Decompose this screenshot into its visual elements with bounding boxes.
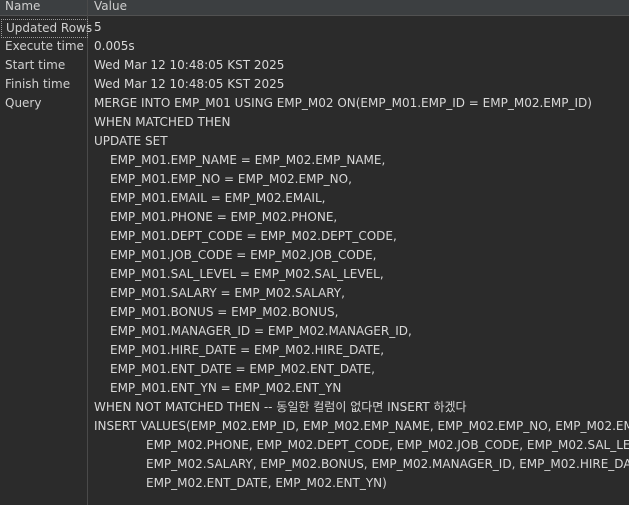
row-name: Execute time	[5, 39, 84, 53]
row-value: Wed Mar 12 10:48:05 KST 2025	[94, 77, 285, 91]
query-line: EMP_M01.ENT_YN = EMP_M02.ENT_YN	[110, 381, 342, 395]
query-line: WHEN MATCHED THEN	[94, 115, 231, 129]
query-line: EMP_M01.BONUS = EMP_M02.BONUS,	[110, 305, 339, 319]
column-header-name[interactable]: Name	[5, 0, 40, 15]
query-line: EMP_M01.DEPT_CODE = EMP_M02.DEPT_CODE,	[110, 229, 397, 243]
row-name: Query	[5, 96, 42, 110]
query-line: EMP_M01.MANAGER_ID = EMP_M02.MANAGER_ID,	[110, 324, 412, 338]
table-row-finish-time[interactable]: Finish time Wed Mar 12 10:48:05 KST 2025	[0, 75, 629, 94]
query-line: EMP_M02.SALARY, EMP_M02.BONUS, EMP_M02.M…	[146, 457, 629, 471]
query-line: EMP_M02.PHONE, EMP_M02.DEPT_CODE, EMP_M0…	[146, 438, 629, 452]
query-line: EMP_M01.SAL_LEVEL = EMP_M02.SAL_LEVEL,	[110, 267, 384, 281]
result-properties-panel: Name Value Updated Rows 5 Execute time 0…	[0, 0, 629, 505]
query-line: EMP_M01.ENT_DATE = EMP_M02.ENT_DATE,	[110, 362, 375, 376]
query-line: EMP_M01.SALARY = EMP_M02.SALARY,	[110, 286, 345, 300]
row-name: Updated Rows	[1, 19, 92, 38]
table-header: Name Value	[0, 0, 629, 16]
query-line: WHEN NOT MATCHED THEN -- 동일한 컬럼이 없다면 INS…	[94, 400, 467, 414]
table-row-updated-rows[interactable]: Updated Rows 5	[0, 18, 629, 38]
row-value: 5	[94, 20, 102, 34]
row-value: 0.005s	[94, 39, 135, 53]
query-line: EMP_M01.PHONE = EMP_M02.PHONE,	[110, 210, 338, 224]
query-text[interactable]: MERGE INTO EMP_M01 USING EMP_M02 ON(EMP_…	[94, 94, 629, 493]
query-line: UPDATE SET	[94, 134, 168, 148]
row-value: Wed Mar 12 10:48:05 KST 2025	[94, 58, 285, 72]
row-name: Start time	[5, 58, 66, 72]
query-line: EMP_M01.EMAIL = EMP_M02.EMAIL,	[110, 191, 326, 205]
query-line: MERGE INTO EMP_M01 USING EMP_M02 ON(EMP_…	[94, 96, 592, 110]
query-line: EMP_M02.ENT_DATE, EMP_M02.ENT_YN)	[146, 476, 387, 490]
table-row-execute-time[interactable]: Execute time 0.005s	[0, 37, 629, 56]
query-line: EMP_M01.EMP_NAME = EMP_M02.EMP_NAME,	[110, 153, 386, 167]
row-name: Finish time	[5, 77, 71, 91]
query-line: INSERT VALUES(EMP_M02.EMP_ID, EMP_M02.EM…	[94, 419, 629, 433]
query-line: EMP_M01.JOB_CODE = EMP_M02.JOB_CODE,	[110, 248, 377, 262]
column-header-value[interactable]: Value	[94, 0, 127, 15]
query-line: EMP_M01.HIRE_DATE = EMP_M02.HIRE_DATE,	[110, 343, 385, 357]
query-line: EMP_M01.EMP_NO = EMP_M02.EMP_NO,	[110, 172, 352, 186]
table-row-start-time[interactable]: Start time Wed Mar 12 10:48:05 KST 2025	[0, 56, 629, 75]
